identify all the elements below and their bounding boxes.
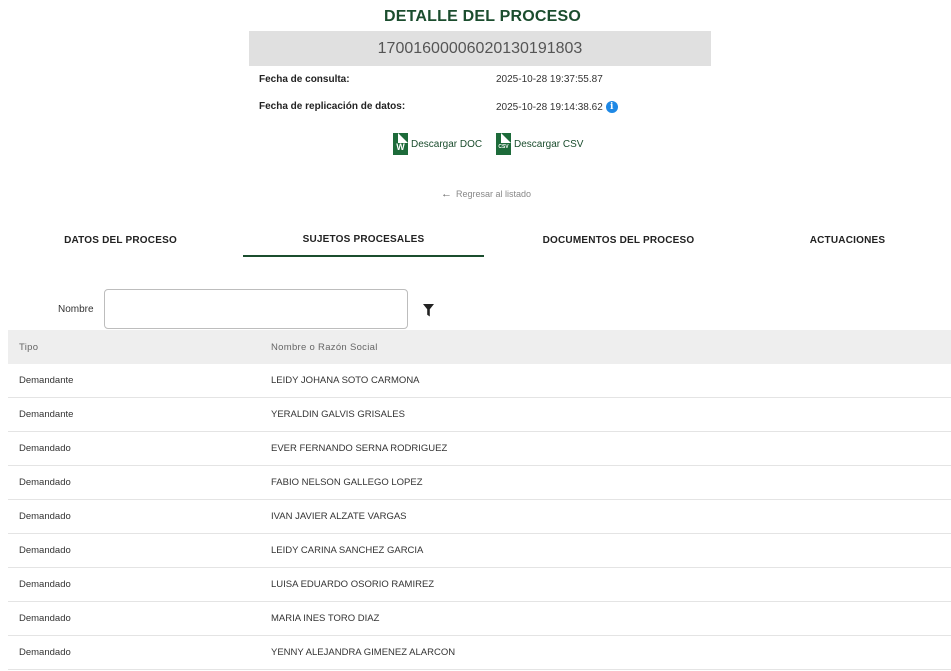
- consulta-row: Fecha de consulta: 2025-10-28 19:37:55.8…: [259, 74, 719, 90]
- cell-nombre: IVAN JAVIER ALZATE VARGAS: [271, 511, 407, 522]
- tab-sujetos-procesales[interactable]: SUJETOS PROCESALES: [243, 224, 484, 257]
- replicacion-row: Fecha de replicación de datos: 2025-10-2…: [259, 101, 719, 117]
- back-to-list-link[interactable]: ← Regresar al listado: [441, 188, 531, 200]
- back-link-label: Regresar al listado: [456, 189, 532, 199]
- table-row: Demandado FABIO NELSON GALLEGO LOPEZ: [8, 466, 951, 500]
- tab-bar: DATOS DEL PROCESO SUJETOS PROCESALES DOC…: [0, 224, 951, 258]
- cell-nombre: YENNY ALEJANDRA GIMENEZ ALARCON: [271, 647, 456, 658]
- table-row: Demandado LUISA EDUARDO OSORIO RAMIREZ: [8, 568, 951, 602]
- tab-datos-del-proceso[interactable]: DATOS DEL PROCESO: [0, 224, 241, 256]
- cell-nombre: LUISA EDUARDO OSORIO RAMIREZ: [271, 579, 435, 590]
- name-filter-input[interactable]: [104, 289, 408, 329]
- header-tipo: Tipo: [19, 341, 39, 353]
- cell-nombre: YERALDIN GALVIS GRISALES: [271, 409, 405, 420]
- consulta-value: 2025-10-28 19:37:55.87: [496, 74, 603, 85]
- download-doc-button[interactable]: W Descargar DOC: [393, 133, 482, 155]
- word-file-icon: W: [393, 133, 408, 155]
- table-row: Demandado MARIA INES TORO DIAZ: [8, 602, 951, 636]
- arrow-left-icon: ←: [441, 188, 452, 200]
- csv-file-icon: CSV: [496, 133, 511, 155]
- cell-nombre: LEIDY JOHANA SOTO CARMONA: [271, 375, 420, 386]
- parties-table: Tipo Nombre o Razón Social Demandante LEI…: [8, 330, 951, 670]
- table-row: Demandado LEIDY CARINA SANCHEZ GARCIA: [8, 534, 951, 568]
- table-header: Tipo Nombre o Razón Social: [8, 330, 951, 364]
- cell-tipo: Demandado: [19, 443, 71, 454]
- table-row: Demandado EVER FERNANDO SERNA RODRIGUEZ: [8, 432, 951, 466]
- cell-tipo: Demandado: [19, 613, 71, 624]
- table-row: Demandado YENNY ALEJANDRA GIMENEZ ALARCON: [8, 636, 951, 670]
- info-icon[interactable]: i: [605, 101, 618, 113]
- download-doc-label: Descargar DOC: [411, 138, 483, 150]
- consulta-label: Fecha de consulta:: [259, 74, 350, 85]
- table-row: Demandante LEIDY JOHANA SOTO CARMONA: [8, 364, 951, 398]
- page-title: DETALLE DEL PROCESO: [383, 8, 581, 25]
- process-number: 17001600006020130191803: [249, 31, 711, 66]
- tab-documentos-del-proceso[interactable]: DOCUMENTOS DEL PROCESO: [498, 224, 739, 256]
- cell-tipo: Demandado: [19, 477, 71, 488]
- cell-tipo: Demandado: [19, 647, 71, 658]
- table-row: Demandado IVAN JAVIER ALZATE VARGAS: [8, 500, 951, 534]
- cell-nombre: MARIA INES TORO DIAZ: [271, 613, 380, 624]
- header-nombre: Nombre o Razón Social: [271, 341, 378, 353]
- replicacion-label: Fecha de replicación de datos:: [259, 101, 406, 112]
- cell-nombre: EVER FERNANDO SERNA RODRIGUEZ: [271, 443, 448, 454]
- filter-funnel-icon[interactable]: [423, 304, 434, 317]
- table-row: Demandante YERALDIN GALVIS GRISALES: [8, 398, 951, 432]
- cell-nombre: LEIDY CARINA SANCHEZ GARCIA: [271, 545, 424, 556]
- filter-name-label: Nombre: [58, 304, 94, 315]
- tab-actuaciones[interactable]: ACTUACIONES: [727, 224, 951, 256]
- download-csv-label: Descargar CSV: [514, 138, 584, 150]
- download-csv-button[interactable]: CSV Descargar CSV: [496, 133, 583, 155]
- cell-tipo: Demandante: [19, 375, 74, 386]
- replicacion-value: 2025-10-28 19:14:38.62: [496, 101, 603, 113]
- cell-nombre: FABIO NELSON GALLEGO LOPEZ: [271, 477, 423, 488]
- cell-tipo: Demandado: [19, 579, 71, 590]
- replicacion-value-wrap: 2025-10-28 19:14:38.62 i: [496, 101, 618, 113]
- cell-tipo: Demandado: [19, 545, 71, 556]
- cell-tipo: Demandante: [19, 409, 74, 420]
- cell-tipo: Demandado: [19, 511, 71, 522]
